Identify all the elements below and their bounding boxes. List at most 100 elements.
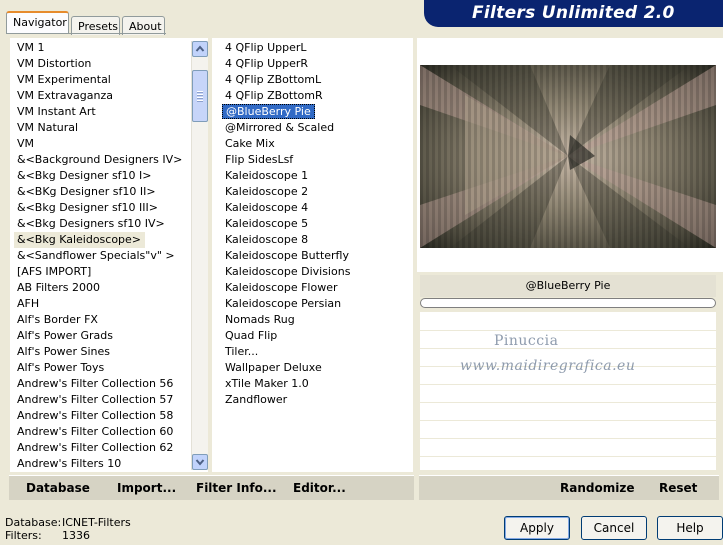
list-item[interactable]: Wallpaper Deluxe <box>222 360 408 376</box>
list-item-label: 4 QFlip ZBottomR <box>225 89 323 102</box>
divider <box>420 402 716 403</box>
list-item-label: Tiler... <box>225 345 259 358</box>
header-banner: Filters Unlimited 2.0 <box>424 0 723 27</box>
filter-list[interactable]: 4 QFlip UpperL 4 QFlip UpperR 4 QFlip ZBot… <box>222 40 408 408</box>
list-item[interactable]: Tiler... <box>222 344 408 360</box>
list-item[interactable]: xTile Maker 1.0 <box>222 376 408 392</box>
list-item[interactable]: 4 QFlip UpperR <box>222 56 408 72</box>
list-item[interactable]: Kaleidoscope Flower <box>222 280 408 296</box>
grip-icon <box>197 91 203 92</box>
database-button[interactable]: Database <box>26 481 90 495</box>
list-item[interactable]: Quad Flip <box>222 328 408 344</box>
list-item[interactable]: &<Bkg Designer sf10 III> <box>14 200 190 216</box>
list-item[interactable]: [AFS IMPORT] <box>14 264 190 280</box>
list-item-label: Kaleidoscope 2 <box>225 185 309 198</box>
list-item-label: Alf's Power Toys <box>17 361 105 374</box>
list-item[interactable]: VM <box>14 136 190 152</box>
list-item-label: 4 QFlip UpperL <box>225 41 307 54</box>
list-item[interactable]: Flip SidesLsf <box>222 152 408 168</box>
import-button[interactable]: Import... <box>117 481 176 495</box>
list-item[interactable]: Kaleidoscope 2 <box>222 184 408 200</box>
list-item[interactable]: Nomads Rug <box>222 312 408 328</box>
status-filters-label: Filters: <box>5 529 42 542</box>
list-item[interactable]: Zandflower <box>222 392 408 408</box>
list-item[interactable]: 4 QFlip ZBottomR <box>222 88 408 104</box>
list-item-label: &<BKg Designer sf10 II> <box>17 185 156 198</box>
watermark-name: Pinuccia <box>494 333 559 349</box>
right-toolbar: Randomize Reset <box>419 475 719 500</box>
list-item[interactable]: AFH <box>14 296 190 312</box>
tab-navigator[interactable]: Navigator <box>6 11 69 33</box>
list-item[interactable]: Andrew's Filter Collection 60 <box>14 424 190 440</box>
list-item[interactable]: Kaleidoscope 1 <box>222 168 408 184</box>
list-item[interactable]: 4 QFlip UpperL <box>222 40 408 56</box>
list-item[interactable]: VM Experimental <box>14 72 190 88</box>
status-database: Database: ICNET-Filters <box>5 516 131 529</box>
reset-button[interactable]: Reset <box>659 481 697 495</box>
list-item[interactable]: Alf's Power Grads <box>14 328 190 344</box>
list-item[interactable]: &<Background Designers IV> <box>14 152 190 168</box>
arrow-down-icon[interactable] <box>192 454 208 470</box>
randomize-button[interactable]: Randomize <box>560 481 634 495</box>
category-scrollbar[interactable] <box>191 41 208 470</box>
list-item-label: Wallpaper Deluxe <box>225 361 322 374</box>
filter-info-button[interactable]: Filter Info... <box>196 481 277 495</box>
list-item[interactable]: VM Instant Art <box>14 104 190 120</box>
list-item[interactable]: VM Natural <box>14 120 190 136</box>
list-item[interactable]: Kaleidoscope 5 <box>222 216 408 232</box>
list-item[interactable]: VM 1 <box>14 40 190 56</box>
list-item[interactable]: &<Bkg Kaleidoscope> <box>14 232 146 248</box>
list-item[interactable]: AB Filters 2000 <box>14 280 190 296</box>
list-item-label: &<Sandflower Specials"v" > <box>17 249 175 262</box>
help-button[interactable]: Help <box>657 516 723 540</box>
list-item-label: Alf's Power Grads <box>17 329 113 342</box>
list-item-label: Flip SidesLsf <box>225 153 294 166</box>
list-item-label: Kaleidoscope Butterfly <box>225 249 349 262</box>
controls-area <box>420 312 716 470</box>
list-item[interactable]: @Mirrored & Scaled <box>222 120 408 136</box>
apply-button[interactable]: Apply <box>504 516 570 540</box>
list-item[interactable]: Alf's Border FX <box>14 312 190 328</box>
divider <box>420 438 716 439</box>
list-item[interactable]: 4 QFlip ZBottomL <box>222 72 408 88</box>
list-item-label: Alf's Border FX <box>17 313 98 326</box>
list-item[interactable]: Cake Mix <box>222 136 408 152</box>
list-item[interactable]: &<Sandflower Specials"v" > <box>14 248 190 264</box>
list-item[interactable]: Andrew's Filter Collection 62 <box>14 440 190 456</box>
list-item[interactable]: Kaleidoscope 8 <box>222 232 408 248</box>
list-item-label: &<Bkg Kaleidoscope> <box>17 233 142 246</box>
left-toolbar: Database Import... Filter Info... Editor… <box>9 475 414 500</box>
list-item-label: VM Distortion <box>17 57 92 70</box>
list-item-label: Andrew's Filters 10 <box>17 457 122 470</box>
list-item[interactable]: Kaleidoscope Butterfly <box>222 248 408 264</box>
scroll-thumb[interactable] <box>192 70 208 122</box>
list-item[interactable]: &<Bkg Designers sf10 IV> <box>14 216 190 232</box>
list-item-label: Zandflower <box>225 393 288 406</box>
list-item[interactable]: Andrew's Filter Collection 58 <box>14 408 190 424</box>
list-item[interactable]: VM Extravaganza <box>14 88 190 104</box>
list-item[interactable]: Andrew's Filters 10 <box>14 456 190 472</box>
list-item[interactable]: Alf's Power Toys <box>14 360 190 376</box>
list-item[interactable]: Andrew's Filter Collection 57 <box>14 392 190 408</box>
list-item[interactable]: Alf's Power Sines <box>14 344 190 360</box>
list-item[interactable]: @BlueBerry Pie <box>222 104 408 120</box>
list-item-label: VM <box>17 137 35 150</box>
cancel-button[interactable]: Cancel <box>581 516 647 540</box>
list-item[interactable]: &<Bkg Designer sf10 I> <box>14 168 190 184</box>
editor-button[interactable]: Editor... <box>293 481 346 495</box>
divider <box>420 348 716 349</box>
list-item[interactable]: Kaleidoscope Divisions <box>222 264 408 280</box>
list-item[interactable]: Andrew's Filter Collection 56 <box>14 376 190 392</box>
list-item[interactable]: &<BKg Designer sf10 II> <box>14 184 190 200</box>
watermark-url: www.maidiregrafica.eu <box>460 358 636 374</box>
list-item-label: Kaleidoscope 5 <box>225 217 309 230</box>
list-item-label: [AFS IMPORT] <box>17 265 92 278</box>
list-item[interactable]: VM Distortion <box>14 56 190 72</box>
list-item-label: VM Extravaganza <box>17 89 114 102</box>
list-item[interactable]: Kaleidoscope Persian <box>222 296 408 312</box>
list-item-label: 4 QFlip ZBottomL <box>225 73 322 86</box>
arrow-up-icon[interactable] <box>192 41 208 57</box>
list-item[interactable]: Kaleidoscope 4 <box>222 200 408 216</box>
list-item-label: Kaleidoscope Flower <box>225 281 338 294</box>
category-list[interactable]: VM 1 VM Distortion VM Experimental VM Extra… <box>14 40 190 472</box>
